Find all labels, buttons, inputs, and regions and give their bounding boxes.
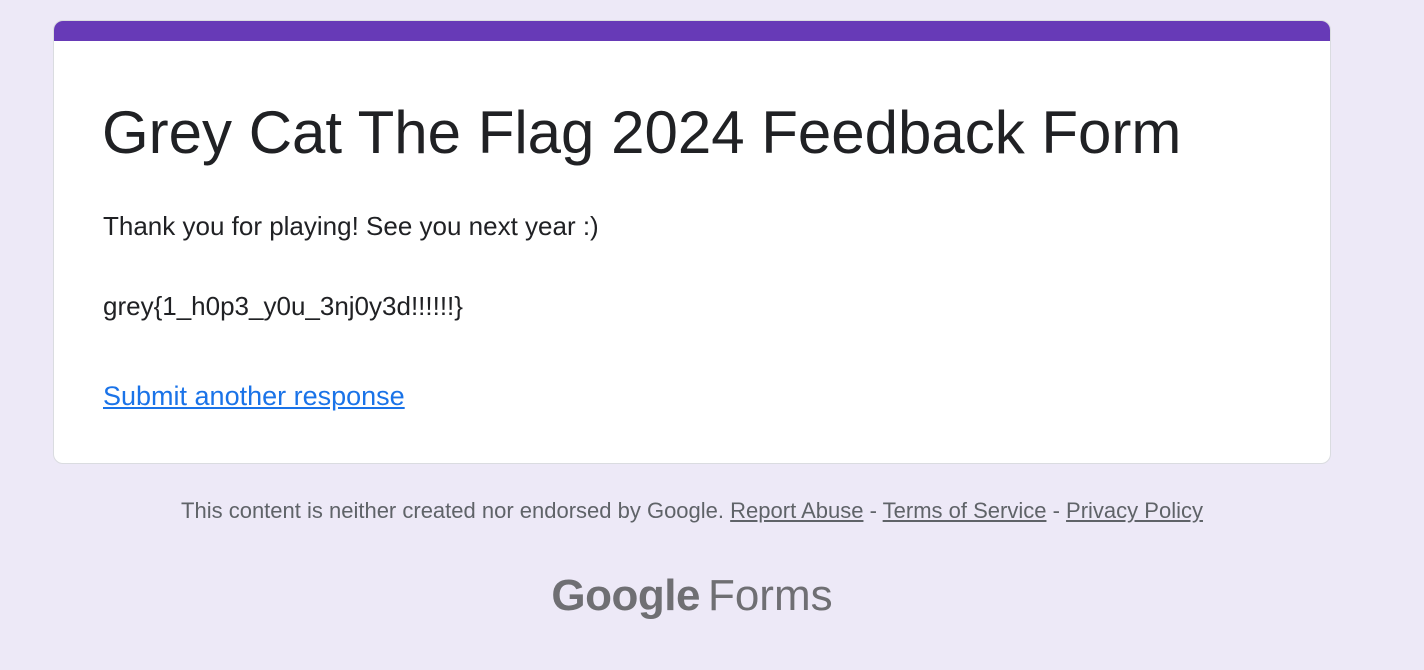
brand-product: Forms [707, 571, 833, 620]
terms-of-service-link[interactable]: Terms of Service [883, 498, 1047, 523]
card-accent-bar [54, 21, 1330, 41]
brand-google: Google [551, 571, 700, 620]
confirmation-message: Thank you for playing! See you next year… [103, 211, 599, 241]
response-card: Grey Cat The Flag 2024 Feedback Form Tha… [53, 20, 1331, 464]
report-abuse-link[interactable]: Report Abuse [730, 498, 863, 523]
google-forms-logo[interactable]: Google Forms [0, 568, 1384, 624]
submit-another-response-link[interactable]: Submit another response [103, 379, 405, 413]
disclaimer-text: This content is neither created nor endo… [181, 498, 725, 523]
footer-separator: - [869, 498, 877, 523]
form-title: Grey Cat The Flag 2024 Feedback Form [102, 99, 1182, 166]
footer-separator: - [1052, 498, 1060, 523]
privacy-policy-link[interactable]: Privacy Policy [1066, 498, 1203, 523]
flag-text: grey{1_h0p3_y0u_3nj0y3d!!!!!!} [103, 291, 463, 321]
footer-disclaimer: This content is neither created nor endo… [0, 496, 1384, 526]
